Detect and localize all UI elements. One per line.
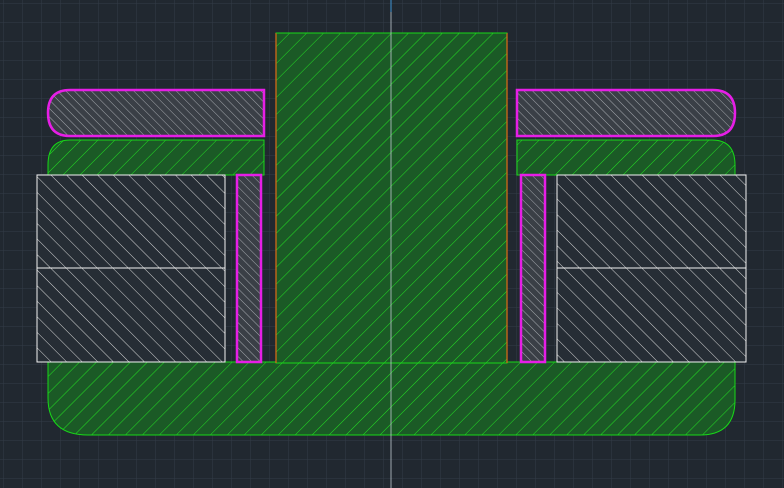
shaft [275,32,508,364]
left-bushing [235,173,263,364]
right-washer [515,88,737,138]
right-bushing [519,173,547,364]
left-washer [46,88,266,138]
cad-drawing-canvas[interactable] [0,0,784,488]
